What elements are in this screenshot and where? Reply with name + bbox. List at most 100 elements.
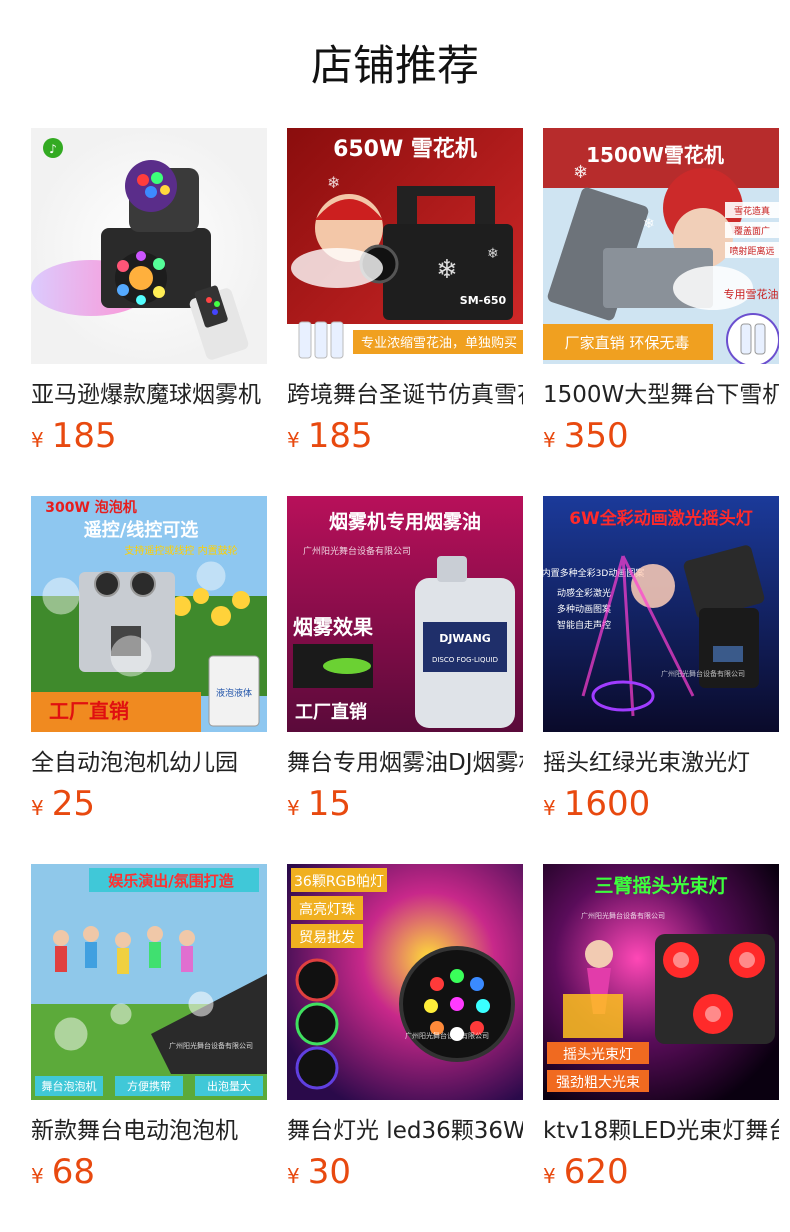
currency-symbol: ¥	[31, 1164, 44, 1188]
currency-symbol: ¥	[287, 428, 300, 452]
image-caption: 舞台泡泡机	[42, 1079, 97, 1093]
product-card[interactable]: 650W 雪花机 SM-650 ❄ ❄ ❄ 专业浓缩雪花油，单独购买 跨境舞台圣…	[287, 128, 523, 456]
image-caption: 支持遥控或线控 内置鼓轮	[124, 544, 237, 557]
image-caption: 厂家直销 环保无毒	[565, 334, 690, 352]
price-value: 1600	[563, 784, 651, 824]
svg-text:❄: ❄	[573, 162, 588, 183]
product-image[interactable]: 6W全彩动画激光摇头灯 内置多种全彩3D动画图案 动感全彩激光 多种动画图案 智…	[543, 496, 779, 732]
image-caption: 广州阳光舞台设备有限公司	[661, 669, 745, 678]
price-value: 25	[51, 784, 95, 824]
product-price: ¥620	[543, 1152, 779, 1192]
image-caption: 1500W雪花机	[586, 143, 724, 167]
image-caption: 遥控/线控可选	[84, 519, 199, 541]
currency-symbol: ¥	[31, 796, 44, 820]
image-caption: 液泡液体	[216, 687, 252, 699]
product-price: ¥185	[31, 416, 267, 456]
currency-symbol: ¥	[287, 796, 300, 820]
product-card[interactable]: 烟雾机专用烟雾油 广州阳光舞台设备有限公司 烟雾效果 工厂直销 DJWANG D…	[287, 496, 523, 824]
image-caption: 650W 雪花机	[333, 136, 477, 162]
product-image[interactable]: 娱乐演出/氛围打造 广州阳光舞台设备有限公司 舞台泡泡机 方便携带 出泡量大	[31, 864, 267, 1100]
product-price: ¥185	[287, 416, 523, 456]
image-caption: 300W 泡泡机	[45, 499, 137, 516]
product-price: ¥1600	[543, 784, 779, 824]
image-caption: 覆盖面广	[734, 225, 770, 237]
price-value: 185	[51, 416, 117, 456]
product-price: ¥15	[287, 784, 523, 824]
store-recommendations-page: 店铺推荐 ♪ 亚马逊爆款魔球烟雾机 ¥ 185 650W 雪花机 SM-650 …	[0, 0, 790, 1232]
svg-text:❄: ❄	[643, 216, 655, 232]
image-caption: 高亮灯珠	[299, 901, 355, 918]
product-card[interactable]: 36颗RGB帕灯 高亮灯珠 贸易批发 广州阳光舞台设备有限公司 舞台灯光 led…	[287, 864, 523, 1192]
svg-text:❄: ❄	[487, 246, 499, 262]
currency-symbol: ¥	[543, 1164, 556, 1188]
currency-symbol: ¥	[287, 1164, 300, 1188]
image-caption: 广州阳光舞台设备有限公司	[405, 1031, 489, 1040]
product-price: ¥68	[31, 1152, 267, 1192]
image-caption: 烟雾效果	[293, 615, 373, 639]
price-value: 350	[563, 416, 629, 456]
product-image[interactable]: 300W 泡泡机 遥控/线控可选 支持遥控或线控 内置鼓轮 工厂直销 液泡液体	[31, 496, 267, 732]
image-caption: 喷射距离远	[729, 245, 774, 257]
product-image[interactable]: 三臂摇头光束灯 广州阳光舞台设备有限公司 摇头光束灯 强劲粗大光束	[543, 864, 779, 1100]
product-image[interactable]: ♪	[31, 128, 267, 364]
image-caption: 36颗RGB帕灯	[294, 874, 384, 890]
image-caption: 娱乐演出/氛围打造	[108, 872, 233, 890]
product-name[interactable]: ktv18颗LED光束灯舞台	[543, 1114, 779, 1148]
product-name[interactable]: 跨境舞台圣诞节仿真雪花机	[287, 378, 523, 412]
product-card[interactable]: 1500W雪花机 ❄ ❄ 雪花造真 覆盖面广 喷射距离远 专用雪花油 厂家直销 …	[543, 128, 779, 456]
image-caption: 专业浓缩雪花油，单独购买	[361, 335, 517, 351]
currency-symbol: ¥	[543, 796, 556, 820]
price-value: 68	[51, 1152, 95, 1192]
image-caption: SM-650	[460, 294, 507, 307]
image-caption: 动感全彩激光	[557, 587, 611, 599]
product-price: ¥30	[287, 1152, 523, 1192]
image-caption: 专用雪花油	[724, 287, 779, 301]
product-name[interactable]: 舞台专用烟雾油DJ烟雾机	[287, 746, 523, 780]
svg-text:❄: ❄	[327, 173, 340, 192]
product-image[interactable]: 650W 雪花机 SM-650 ❄ ❄ ❄ 专业浓缩雪花油，单独购买	[287, 128, 523, 364]
image-caption: 多种动画图案	[557, 603, 611, 615]
image-caption: 出泡量大	[207, 1079, 251, 1093]
svg-text:♪: ♪	[49, 142, 57, 156]
image-caption: DISCO FOG-LIQUID	[432, 656, 498, 664]
product-name[interactable]: 全自动泡泡机幼儿园	[31, 746, 267, 780]
product-image[interactable]: 1500W雪花机 ❄ ❄ 雪花造真 覆盖面广 喷射距离远 专用雪花油 厂家直销 …	[543, 128, 779, 364]
image-caption: 6W全彩动画激光摇头灯	[569, 508, 753, 529]
image-caption: 雪花造真	[734, 205, 770, 217]
product-price: ¥350	[543, 416, 779, 456]
image-caption: 工厂直销	[49, 699, 129, 723]
image-caption: 烟雾机专用烟雾油	[329, 510, 481, 533]
product-price: ¥25	[31, 784, 267, 824]
product-image[interactable]: 36颗RGB帕灯 高亮灯珠 贸易批发 广州阳光舞台设备有限公司	[287, 864, 523, 1100]
product-card[interactable]: 三臂摇头光束灯 广州阳光舞台设备有限公司 摇头光束灯 强劲粗大光束 ktv18颗…	[543, 864, 779, 1192]
product-image[interactable]: 烟雾机专用烟雾油 广州阳光舞台设备有限公司 烟雾效果 工厂直销 DJWANG D…	[287, 496, 523, 732]
price-value: 30	[307, 1152, 351, 1192]
price-value: 620	[563, 1152, 629, 1192]
price-value: 15	[307, 784, 351, 824]
product-name[interactable]: 1500W大型舞台下雪机	[543, 378, 779, 412]
image-caption: 广州阳光舞台设备有限公司	[169, 1041, 253, 1050]
image-caption: 广州阳光舞台设备有限公司	[303, 545, 411, 557]
product-card[interactable]: 娱乐演出/氛围打造 广州阳光舞台设备有限公司 舞台泡泡机 方便携带 出泡量大 新…	[31, 864, 267, 1192]
svg-text:❄: ❄	[436, 255, 458, 285]
image-caption: 强劲粗大光束	[556, 1075, 640, 1091]
currency-symbol: ¥	[31, 428, 44, 452]
product-name[interactable]: 摇头红绿光束激光灯	[543, 746, 779, 780]
product-card[interactable]: 300W 泡泡机 遥控/线控可选 支持遥控或线控 内置鼓轮 工厂直销 液泡液体	[31, 496, 267, 824]
section-title: 店铺推荐	[310, 41, 479, 90]
image-caption: DJWANG	[439, 632, 491, 645]
image-caption: 方便携带	[127, 1079, 171, 1093]
currency-symbol: ¥	[543, 428, 556, 452]
image-caption: 贸易批发	[299, 930, 355, 946]
image-caption: 摇头光束灯	[563, 1047, 633, 1063]
product-name[interactable]: 新款舞台电动泡泡机	[31, 1114, 267, 1148]
product-name[interactable]: 舞台灯光 led36颗36W帕灯	[287, 1114, 523, 1148]
image-caption: 广州阳光舞台设备有限公司	[581, 911, 665, 920]
product-card[interactable]: 6W全彩动画激光摇头灯 内置多种全彩3D动画图案 动感全彩激光 多种动画图案 智…	[543, 496, 779, 824]
image-caption: 工厂直销	[295, 701, 367, 723]
price-value: 185	[307, 416, 373, 456]
image-caption: 三臂摇头光束灯	[594, 874, 727, 897]
product-card[interactable]: ♪ 亚马逊爆款魔球烟雾机 ¥ 185	[31, 128, 267, 456]
product-name[interactable]: 亚马逊爆款魔球烟雾机	[31, 378, 267, 412]
product-grid: ♪ 亚马逊爆款魔球烟雾机 ¥ 185 650W 雪花机 SM-650 ❄ ❄ ❄…	[31, 128, 779, 1192]
